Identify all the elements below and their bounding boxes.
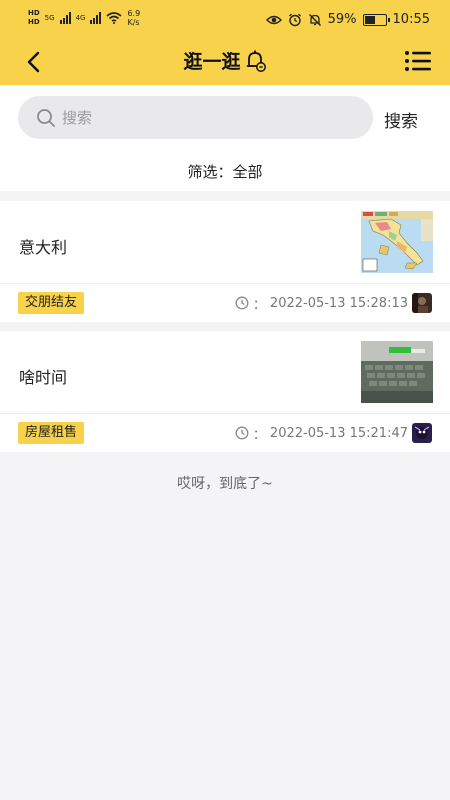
network-speed: 6.9 K/s	[127, 9, 140, 27]
avatar[interactable]	[412, 423, 432, 443]
category-tag: 房屋租售	[18, 422, 85, 444]
search-section: 搜索 筛选：全部	[0, 85, 450, 191]
clock-time: 10:55	[392, 12, 430, 27]
wifi-icon	[106, 12, 122, 24]
card-divider	[0, 413, 450, 414]
menu-button[interactable]	[404, 49, 432, 73]
eye-icon	[265, 15, 282, 24]
signal-icon	[59, 12, 71, 24]
hd-label-1: HD	[28, 9, 40, 17]
alarm-icon	[288, 13, 301, 26]
post-card[interactable]: 意大利 交朋结友 ： 2022-05-13 15:28:13	[0, 201, 450, 322]
signal-icon-2	[90, 12, 102, 24]
search-button[interactable]: 搜索	[384, 107, 418, 132]
bell-icon[interactable]	[245, 49, 267, 73]
post-time-prefix: ：	[252, 297, 266, 313]
page-title: 逛一逛	[183, 51, 241, 73]
post-meta: ： 2022-05-13 15:28:13	[235, 292, 432, 314]
search-box[interactable]	[18, 96, 373, 139]
post-title[interactable]: 意大利	[19, 234, 67, 258]
speed-unit: K/s	[127, 18, 140, 27]
list-menu-icon	[405, 51, 431, 71]
hd-label-2: HD	[28, 18, 40, 26]
status-bar: HD HD 5G 4G 6.9 K/s 59% 10:55	[0, 0, 450, 40]
network-4g-label: 4G	[75, 13, 86, 22]
end-of-list-text: 哎呀，到底了~	[177, 476, 273, 492]
post-thumbnail-map[interactable]	[361, 211, 433, 273]
battery-icon	[362, 13, 390, 26]
post-time: 2022-05-13 15:28:13	[269, 295, 408, 311]
category-tag: 交朋结友	[18, 292, 85, 314]
status-right: 59% 10:55	[265, 12, 430, 27]
clock-icon	[235, 296, 249, 310]
clock-icon	[235, 426, 249, 440]
status-left: HD HD 5G 4G 6.9 K/s	[28, 9, 140, 27]
battery-percent: 59%	[327, 12, 357, 27]
page-title-group: 逛一逛	[0, 47, 450, 74]
search-input[interactable]	[62, 108, 342, 127]
post-thumbnail-keyboard-photo[interactable]	[361, 341, 433, 403]
hd-indicator: HD HD	[28, 9, 40, 27]
search-icon	[37, 108, 55, 127]
filter-label[interactable]: 筛选：全部	[0, 161, 450, 182]
post-time: 2022-05-13 15:21:47	[269, 425, 408, 441]
app-header: HD HD 5G 4G 6.9 K/s 59% 10:55 逛一逛	[0, 0, 450, 85]
card-divider	[0, 283, 450, 284]
post-card[interactable]: 啥时间 房屋租售 ： 2022-05-13 15:21:47	[0, 331, 450, 452]
speed-value: 6.9	[127, 9, 141, 18]
post-meta: ： 2022-05-13 15:21:47	[235, 422, 432, 444]
mute-bell-icon	[308, 13, 321, 26]
avatar[interactable]	[412, 293, 432, 313]
post-title[interactable]: 啥时间	[19, 364, 67, 388]
post-time-prefix: ：	[252, 427, 266, 443]
network-5g-label: 5G	[44, 13, 55, 22]
